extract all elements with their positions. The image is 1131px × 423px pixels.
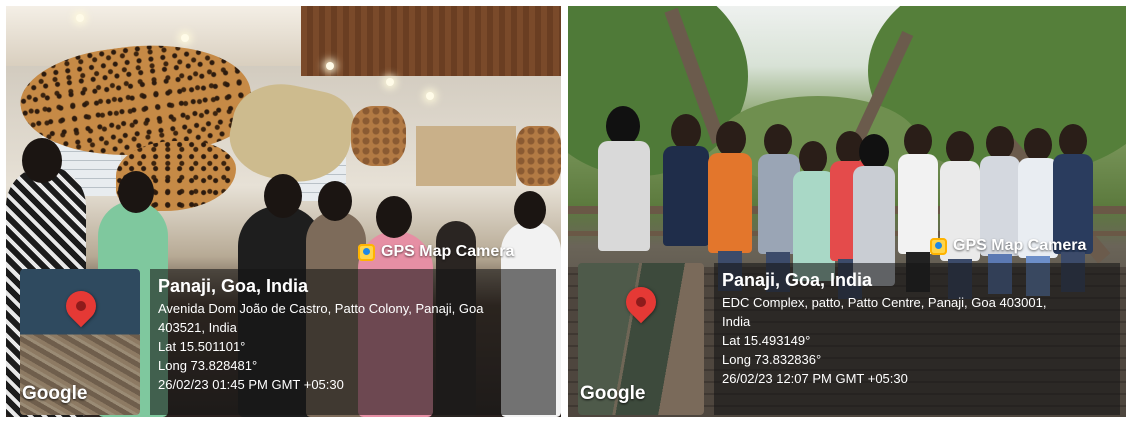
gps-camera-icon	[358, 243, 375, 261]
address-line: 403521, India	[158, 320, 237, 335]
ceiling-light	[76, 14, 84, 22]
google-map-label: Google	[22, 383, 88, 404]
map-pin-icon	[59, 284, 103, 328]
map-pin-icon	[619, 280, 663, 324]
google-map-label: Google	[580, 383, 646, 404]
wood-panel	[301, 6, 561, 76]
latitude: Lat 15.493149°	[722, 333, 811, 348]
visitor-head	[264, 174, 302, 218]
ceiling-light	[426, 92, 434, 100]
museum-photo: GPS Map Camera Google Panaji, Goa, India…	[6, 6, 561, 417]
visitor-head	[376, 196, 412, 238]
gps-camera-badge: GPS Map Camera	[930, 237, 1086, 255]
location-info-panel: Panaji, Goa, India Avenida Dom João de C…	[150, 269, 556, 415]
datetime-stamp: 26/02/23 12:07 PM GMT +05:30	[722, 371, 908, 386]
visitor-head	[118, 171, 154, 213]
address-line: Avenida Dom João de Castro, Patto Colony…	[158, 301, 484, 316]
place-name: Panaji, Goa, India	[722, 270, 873, 290]
group-photo: GPS Map Camera Google Panaji, Goa, India…	[568, 6, 1126, 417]
address-line: EDC Complex, patto, Patto Centre, Panaji…	[722, 295, 1047, 310]
gps-camera-label: GPS Map Camera	[953, 237, 1087, 254]
ceiling-light	[326, 62, 334, 70]
animal-hide-exhibit	[516, 126, 561, 186]
address-line: India	[722, 314, 751, 329]
place-name: Panaji, Goa, India	[158, 276, 309, 296]
location-map-thumbnail: Google	[20, 269, 140, 415]
location-info-panel: Panaji, Goa, India EDC Complex, patto, P…	[714, 263, 1120, 415]
datetime-stamp: 26/02/23 01:45 PM GMT +05:30	[158, 377, 344, 392]
visitor-head	[318, 181, 352, 221]
ceiling-light	[181, 34, 189, 42]
visitor-head	[514, 191, 546, 229]
gps-camera-badge: GPS Map Camera	[358, 243, 514, 261]
longitude: Long 73.828481°	[158, 358, 258, 373]
display-case	[416, 126, 516, 186]
gps-camera-label: GPS Map Camera	[381, 243, 515, 260]
animal-hide-exhibit	[351, 106, 406, 166]
visitor-head	[22, 138, 62, 183]
gps-camera-icon	[930, 237, 947, 255]
ceiling-light	[386, 78, 394, 86]
latitude: Lat 15.501101°	[158, 339, 246, 354]
longitude: Long 73.832836°	[722, 352, 822, 367]
location-map-thumbnail: Google	[578, 263, 704, 415]
